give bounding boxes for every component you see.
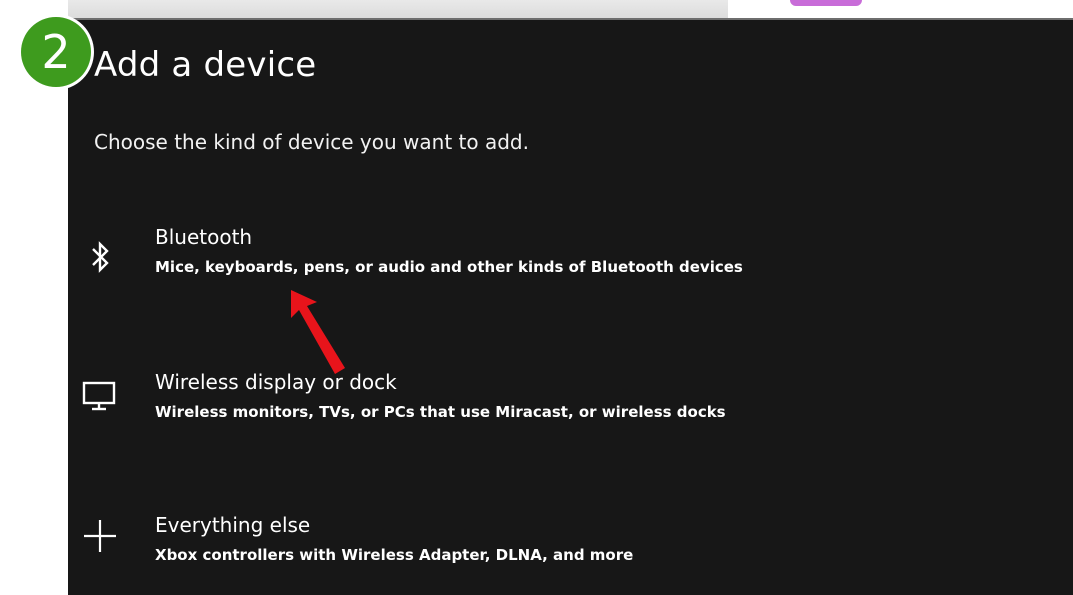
option-wireless-display[interactable]: Wireless display or dock Wireless monito… xyxy=(68,370,968,440)
background-accent-button xyxy=(790,0,862,6)
monitor-icon xyxy=(82,380,116,416)
dialog-subtitle: Choose the kind of device you want to ad… xyxy=(94,130,529,154)
plus-icon xyxy=(82,518,118,558)
step-number-badge: 2 xyxy=(21,17,91,87)
add-device-dialog: Add a device Choose the kind of device y… xyxy=(68,18,1073,595)
screenshot-stage: Add a device Choose the kind of device y… xyxy=(0,0,1073,595)
option-wireless-display-title: Wireless display or dock xyxy=(155,370,397,394)
option-everything-else-title: Everything else xyxy=(155,513,311,537)
background-window-right xyxy=(728,0,1073,18)
option-wireless-display-description: Wireless monitors, TVs, or PCs that use … xyxy=(155,403,726,421)
bluetooth-icon xyxy=(90,240,112,278)
dialog-title: Add a device xyxy=(94,45,317,85)
option-bluetooth[interactable]: Bluetooth Mice, keyboards, pens, or audi… xyxy=(68,225,968,295)
option-everything-else[interactable]: Everything else Xbox controllers with Wi… xyxy=(68,513,968,583)
option-bluetooth-description: Mice, keyboards, pens, or audio and othe… xyxy=(155,258,743,276)
red-arrow-icon xyxy=(285,288,355,382)
option-bluetooth-title: Bluetooth xyxy=(155,225,253,249)
option-everything-else-description: Xbox controllers with Wireless Adapter, … xyxy=(155,546,634,564)
